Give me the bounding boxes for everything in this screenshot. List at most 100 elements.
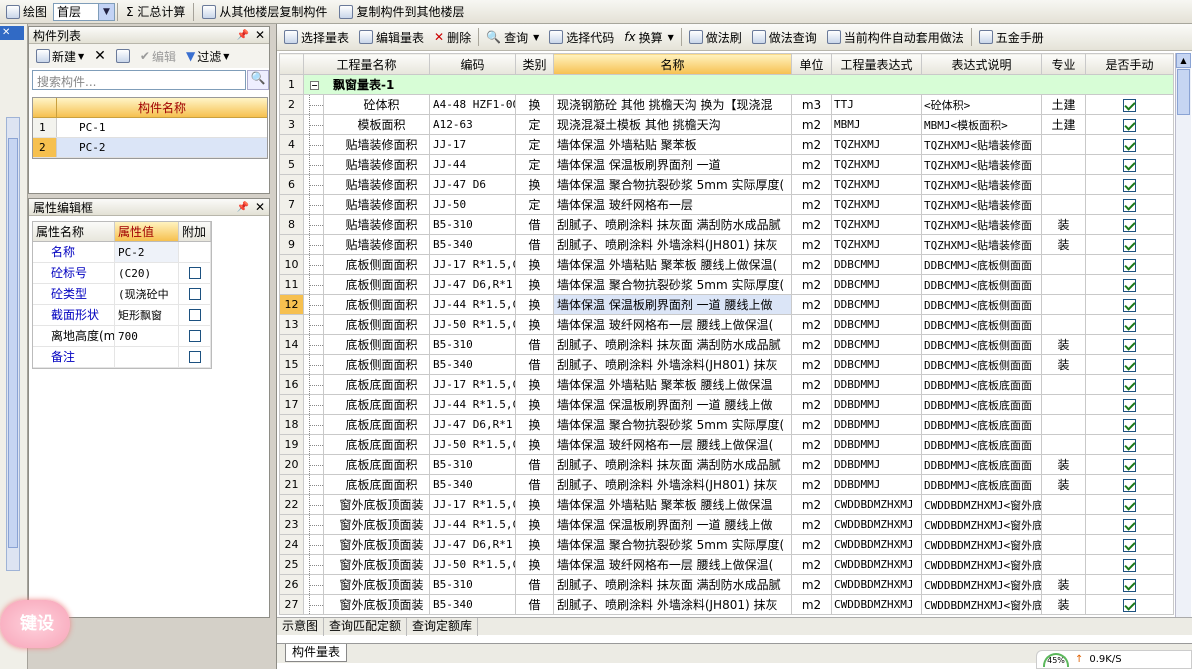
cell-unit[interactable]: m2 bbox=[791, 254, 833, 275]
cell-expression[interactable]: TQZHXMJ bbox=[831, 174, 923, 195]
cell-expression-note[interactable]: DDBDMMJ<底板底面面 bbox=[921, 474, 1043, 495]
table-row[interactable]: 21 底板底面面积 B5-340 借刮腻子、喷刷涂料 外墙涂料(JH801) 抹灰 m2… bbox=[279, 474, 1175, 495]
tab-quota-library[interactable]: 查询定额库 bbox=[407, 617, 479, 636]
table-row[interactable]: 14 底板侧面面积 B5-310 借刮腻子、喷刷涂料 抹灰面 满刮防水成品腻 m2 DDB… bbox=[279, 334, 1175, 355]
cell-code[interactable]: JJ-17 bbox=[429, 134, 517, 155]
cell-expression-note[interactable]: TQZHXMJ<贴墙装修面 bbox=[921, 134, 1043, 155]
header-code[interactable]: 编码 bbox=[429, 53, 517, 75]
collapse-icon[interactable]: − bbox=[310, 81, 319, 90]
cell-qty-name[interactable]: 窗外底板顶面装 bbox=[322, 554, 431, 575]
cell-expression-note[interactable]: TQZHXMJ<贴墙装修面 bbox=[921, 194, 1043, 215]
cell-manual[interactable] bbox=[1085, 114, 1175, 135]
header-expression-note[interactable]: 表达式说明 bbox=[921, 53, 1043, 75]
select-code-button[interactable]: 选择代码 bbox=[544, 26, 619, 48]
table-row[interactable]: 8 贴墙装修面积 B5-310 借刮腻子、喷刷涂料 抹灰面 满刮防水成品腻 m2 TQZH… bbox=[279, 214, 1175, 235]
cell-code[interactable]: B5-340 bbox=[429, 474, 517, 495]
search-icon[interactable]: 🔍 bbox=[247, 70, 269, 90]
manual-checkbox[interactable] bbox=[1123, 458, 1137, 472]
extra-checkbox[interactable] bbox=[188, 267, 201, 279]
cell-major[interactable]: 装 bbox=[1041, 474, 1087, 495]
cell-manual[interactable] bbox=[1085, 434, 1175, 455]
cell-expression[interactable]: CWDDBDMZHXMJ bbox=[831, 574, 923, 595]
cell-manual[interactable] bbox=[1085, 254, 1175, 275]
cell-unit[interactable]: m2 bbox=[791, 134, 833, 155]
cell-major[interactable]: 装 bbox=[1041, 594, 1087, 615]
left-scrollbar[interactable] bbox=[6, 117, 20, 571]
cell-major[interactable] bbox=[1041, 274, 1087, 295]
cell-unit[interactable]: m2 bbox=[791, 454, 833, 475]
cell-major[interactable]: 土建 bbox=[1041, 94, 1087, 115]
cell-unit[interactable]: m2 bbox=[791, 534, 833, 555]
cell-type[interactable]: 定 bbox=[515, 194, 555, 215]
cell-expression[interactable]: DDBDMMJ bbox=[831, 434, 923, 455]
cell-desc[interactable]: 现浇混凝土模板 其他 挑檐天沟 bbox=[553, 114, 793, 135]
cell-unit[interactable]: m2 bbox=[791, 194, 833, 215]
cell-expression-note[interactable]: CWDDBDMZHXMJ<窗外底 bbox=[921, 574, 1043, 595]
cell-expression-note[interactable]: MBMJ<模板面积> bbox=[921, 114, 1043, 135]
close-icon[interactable]: ✕ bbox=[255, 28, 265, 42]
cell-desc[interactable]: 墙体保温 保温板刷界面剂 一道 腰线上做 bbox=[553, 514, 793, 535]
cell-code[interactable]: JJ-47 D6,R*1. bbox=[429, 414, 517, 435]
cell-desc[interactable]: 现浇钢筋砼 其他 挑檐天沟 换为【现浇混 bbox=[553, 94, 793, 115]
cell-desc[interactable]: 墙体保温 外墙粘贴 聚苯板 腰线上做保温( bbox=[553, 254, 793, 275]
cell-desc[interactable]: 墙体保温 聚合物抗裂砂浆 5mm 实际厚度( bbox=[553, 174, 793, 195]
prop-value[interactable]: PC-2 bbox=[115, 242, 179, 262]
cell-expression-note[interactable]: DDBCMMJ<底板侧面面 bbox=[921, 294, 1043, 315]
cell-desc[interactable]: 墙体保温 玻纤网格布一层 腰线上做保温( bbox=[553, 554, 793, 575]
cell-expression[interactable]: TQZHXMJ bbox=[831, 154, 923, 175]
manual-checkbox[interactable] bbox=[1123, 178, 1137, 192]
table-row[interactable]: 15 底板侧面面积 B5-340 借刮腻子、喷刷涂料 外墙涂料(JH801) 抹灰 m2… bbox=[279, 354, 1175, 375]
cell-expression[interactable]: DDBCMMJ bbox=[831, 274, 923, 295]
cell-code[interactable]: JJ-47 D6 bbox=[429, 174, 517, 195]
prop-value[interactable]: 700 bbox=[115, 326, 179, 346]
floor-select[interactable]: 首层 ▼ bbox=[53, 2, 116, 21]
cell-unit[interactable]: m2 bbox=[791, 234, 833, 255]
cell-type[interactable]: 借 bbox=[515, 354, 555, 375]
cell-code[interactable]: JJ-47 D6,R*1. bbox=[429, 274, 517, 295]
cell-qty-name[interactable]: 底板底面面积 bbox=[322, 474, 431, 495]
cell-unit[interactable]: m2 bbox=[791, 214, 833, 235]
cell-code[interactable]: B5-340 bbox=[429, 354, 517, 375]
cell-type[interactable]: 借 bbox=[515, 214, 555, 235]
cell-qty-name[interactable]: 窗外底板顶面装 bbox=[322, 574, 431, 595]
cell-qty-name[interactable]: 贴墙装修面积 bbox=[322, 174, 431, 195]
table-row[interactable]: 23 窗外底板顶面装 JJ-44 R*1.5,C 换墙体保温 保温板刷界面剂 一道 腰… bbox=[279, 514, 1175, 535]
cell-qty-name[interactable]: 窗外底板顶面装 bbox=[322, 494, 431, 515]
cell-expression-note[interactable]: CWDDBDMZHXMJ<窗外底 bbox=[921, 554, 1043, 575]
cell-expression-note[interactable]: DDBDMMJ<底板底面面 bbox=[921, 394, 1043, 415]
cell-type[interactable]: 借 bbox=[515, 454, 555, 475]
manual-checkbox[interactable] bbox=[1123, 518, 1137, 532]
column-header[interactable]: 构件名称 bbox=[57, 98, 267, 117]
cell-qty-name[interactable]: 窗外底板顶面装 bbox=[322, 514, 431, 535]
cell-expression-note[interactable]: <砼体积> bbox=[921, 94, 1043, 115]
cell-type[interactable]: 换 bbox=[515, 414, 555, 435]
cell-manual[interactable] bbox=[1085, 334, 1175, 355]
manual-checkbox[interactable] bbox=[1123, 258, 1137, 272]
cell-desc[interactable]: 墙体保温 玻纤网格布一层 bbox=[553, 194, 793, 215]
table-row[interactable]: 4 贴墙装修面积 JJ-17 定墙体保温 外墙粘贴 聚苯板 m2 TQZHXMJ TQZHX… bbox=[279, 134, 1175, 155]
cell-expression[interactable]: DDBDMMJ bbox=[831, 454, 923, 475]
cell-manual[interactable] bbox=[1085, 534, 1175, 555]
cell-code[interactable]: B5-340 bbox=[429, 234, 517, 255]
cell-unit[interactable]: m2 bbox=[791, 394, 833, 415]
cell-expression[interactable]: MBMJ bbox=[831, 114, 923, 135]
scroll-thumb[interactable] bbox=[8, 138, 18, 548]
cell-major[interactable]: 装 bbox=[1041, 574, 1087, 595]
cell-type[interactable]: 借 bbox=[515, 574, 555, 595]
cell-code[interactable]: B5-310 bbox=[429, 334, 517, 355]
table-row[interactable]: 19 底板底面面积 JJ-50 R*1.5,C 换墙体保温 玻纤网格布一层 腰线上做保… bbox=[279, 434, 1175, 455]
manual-checkbox[interactable] bbox=[1123, 198, 1137, 212]
cell-qty-name[interactable]: 底板侧面面积 bbox=[322, 294, 431, 315]
cell-type[interactable]: 定 bbox=[515, 154, 555, 175]
cell-expression[interactable]: DDBCMMJ bbox=[831, 334, 923, 355]
cell-manual[interactable] bbox=[1085, 94, 1175, 115]
cell-expression-note[interactable]: DDBDMMJ<底板底面面 bbox=[921, 414, 1043, 435]
property-row[interactable]: 截面形状 矩形飘窗 bbox=[33, 305, 211, 326]
table-row[interactable]: 6 贴墙装修面积 JJ-47 D6 换墙体保温 聚合物抗裂砂浆 5mm 实际厚度(m2… bbox=[279, 174, 1175, 195]
cell-expression-note[interactable]: CWDDBDMZHXMJ<窗外底 bbox=[921, 514, 1043, 535]
cell-expression[interactable]: CWDDBDMZHXMJ bbox=[831, 494, 923, 515]
cell-manual[interactable] bbox=[1085, 354, 1175, 375]
cell-major[interactable] bbox=[1041, 154, 1087, 175]
group-row[interactable]: 1 − 飘窗量表-1 bbox=[279, 74, 1175, 95]
cell-unit[interactable]: m2 bbox=[791, 554, 833, 575]
